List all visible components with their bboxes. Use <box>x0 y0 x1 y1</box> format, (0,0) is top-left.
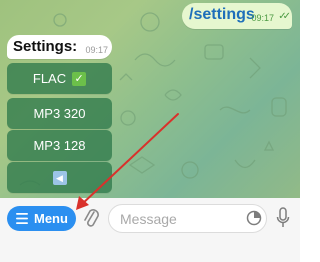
bottom-safe-area <box>0 238 300 262</box>
mp3-128-label: MP3 128 <box>33 138 86 153</box>
sticker-icon[interactable] <box>246 210 262 226</box>
message-placeholder: Message <box>120 211 177 227</box>
mp3-128-button[interactable]: MP3 128 <box>7 130 112 161</box>
outgoing-message-text: /settings <box>189 6 255 23</box>
menu-button[interactable]: Menu <box>7 206 76 231</box>
back-button[interactable]: ◀ <box>7 162 112 193</box>
menu-label: Menu <box>34 211 68 226</box>
flac-label: FLAC <box>32 71 67 86</box>
flac-button[interactable]: FLAC ✓ <box>7 63 112 94</box>
incoming-message-bubble: Settings: 09:17 <box>7 35 112 59</box>
read-receipt-icon: ✓✓ <box>278 11 291 22</box>
back-arrow-icon: ◀ <box>52 170 67 185</box>
incoming-message-text: Settings: <box>13 38 78 55</box>
outgoing-message-bubble: /settings 09:17 ✓✓ <box>182 3 292 29</box>
message-time: 09:17 <box>85 45 108 55</box>
message-time: 09:17 <box>251 13 274 23</box>
hamburger-icon <box>16 213 28 224</box>
mp3-320-label: MP3 320 <box>33 106 86 121</box>
mp3-320-button[interactable]: MP3 320 <box>7 98 112 129</box>
microphone-icon[interactable] <box>276 207 290 229</box>
chat-screen: /settings 09:17 ✓✓ Settings: 09:17 FLAC … <box>0 0 300 262</box>
check-mark-icon: ✓ <box>72 71 87 86</box>
paperclip-icon[interactable] <box>83 206 99 230</box>
message-input[interactable]: Message <box>108 204 267 233</box>
